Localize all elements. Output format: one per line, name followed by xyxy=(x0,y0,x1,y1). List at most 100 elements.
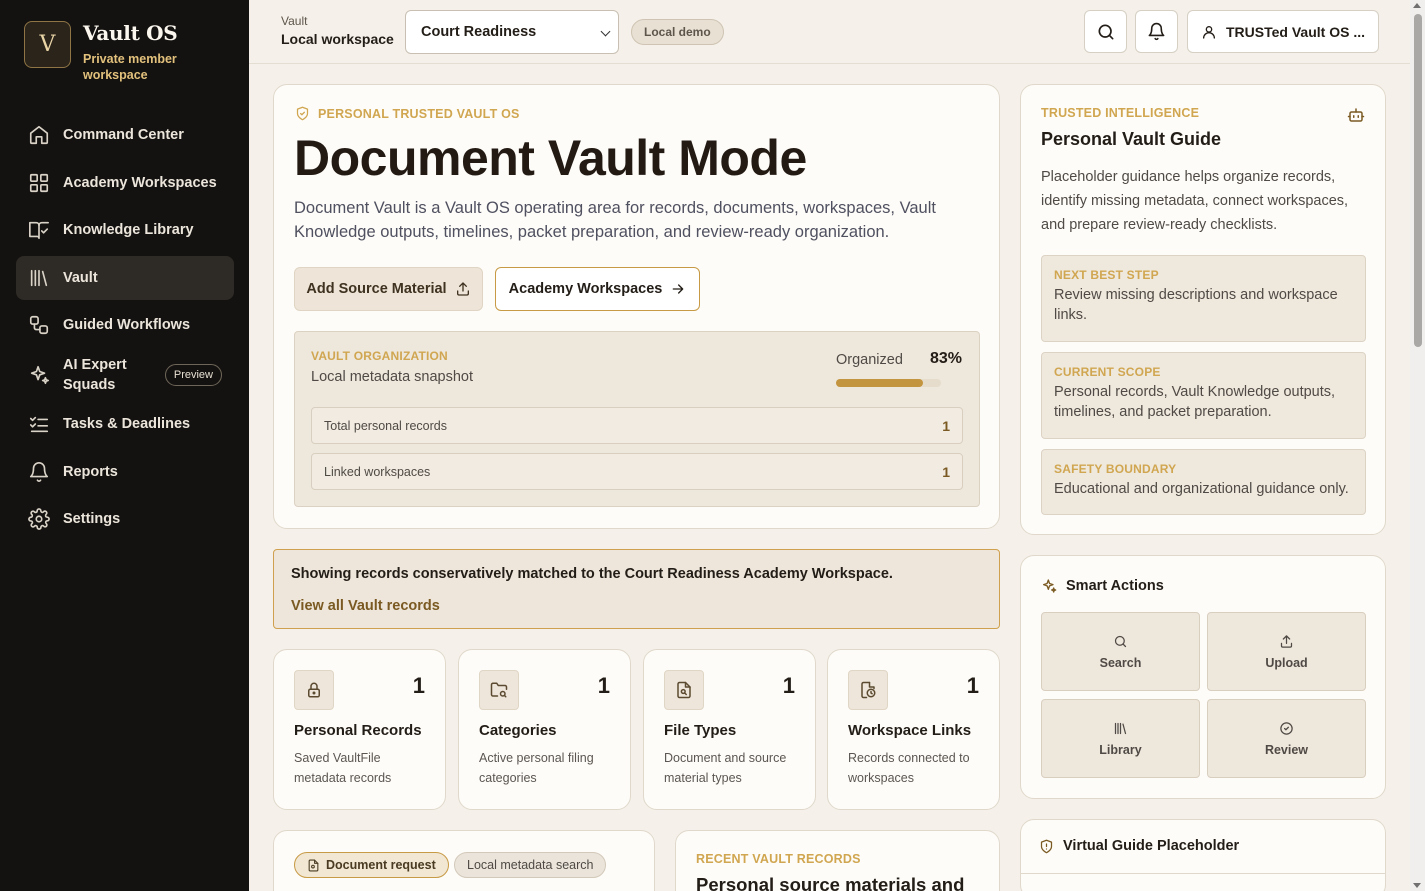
top-bar: Vault Local workspace Court Readiness Lo… xyxy=(249,0,1410,64)
view-all-records-link[interactable]: View all Vault records xyxy=(291,598,440,614)
guide-box-text: Review missing descriptions and workspac… xyxy=(1054,287,1338,323)
guide-box-text: Personal records, Vault Knowledge output… xyxy=(1054,384,1336,420)
sidebar-item-settings[interactable]: Settings xyxy=(16,497,234,541)
recent-records-card: RECENT VAULT RECORDS Personal source mat… xyxy=(675,830,1000,891)
guide-current-scope: CURRENT SCOPE Personal records, Vault Kn… xyxy=(1041,352,1366,439)
hero-eyebrow-text: PERSONAL TRUSTED VAULT OS xyxy=(318,106,520,121)
divider xyxy=(1021,873,1385,874)
add-source-material-button[interactable]: Add Source Material xyxy=(294,267,483,311)
linked-workspaces-row: Linked workspaces 1 xyxy=(311,453,963,490)
notifications-button[interactable] xyxy=(1135,10,1178,53)
organization-eyebrow: VAULT ORGANIZATION xyxy=(311,349,448,363)
file-search-icon xyxy=(664,670,704,710)
file-search-icon xyxy=(308,859,319,871)
user-menu-button[interactable]: TRUSTed Vault OS ... xyxy=(1187,10,1379,53)
bell-icon xyxy=(1148,22,1165,41)
sidebar-item-knowledge-library[interactable]: Knowledge Library xyxy=(16,208,234,252)
smart-action-label: Upload xyxy=(1265,655,1308,670)
upload-icon xyxy=(1280,634,1293,648)
sidebar-item-label: Reports xyxy=(63,463,118,480)
virtual-guide-title: Virtual Guide Placeholder xyxy=(1063,838,1240,854)
notice-text: Showing records conservatively matched t… xyxy=(291,566,893,582)
smart-action-library[interactable]: Library xyxy=(1041,699,1200,778)
brand[interactable]: V Vault OS Private member workspace xyxy=(24,21,193,83)
chip-document-request[interactable]: Document request xyxy=(294,852,449,878)
smart-action-review[interactable]: Review xyxy=(1207,699,1366,778)
smart-actions-header: Smart Actions xyxy=(1041,578,1164,594)
smart-actions-title: Smart Actions xyxy=(1066,578,1164,594)
stat-title: Categories xyxy=(479,722,557,739)
brand-title: Vault OS xyxy=(83,21,178,45)
document-request-card: Document request Local metadata search xyxy=(273,830,655,891)
page-title: Document Vault Mode xyxy=(294,130,807,186)
shield-alert-icon xyxy=(1040,839,1053,853)
library-icon xyxy=(30,269,48,286)
sidebar-item-command-center[interactable]: Command Center xyxy=(16,113,234,157)
library-icon xyxy=(1114,722,1127,734)
smart-action-search[interactable]: Search xyxy=(1041,612,1200,691)
scroll-thumb[interactable] xyxy=(1414,14,1422,347)
hero-eyebrow: PERSONAL TRUSTED VAULT OS xyxy=(295,106,520,121)
sidebar-item-vault[interactable]: Vault xyxy=(16,255,234,300)
scroll-up-arrow-icon[interactable] xyxy=(1413,3,1421,8)
scroll-down-arrow-icon[interactable] xyxy=(1413,883,1421,888)
bot-icon xyxy=(1347,108,1365,122)
smart-action-upload[interactable]: Upload xyxy=(1207,612,1366,691)
hero-description: Document Vault is a Vault OS operating a… xyxy=(294,199,936,241)
recent-records-title: Personal source materials and xyxy=(696,874,965,891)
sidebar-item-tasks-deadlines[interactable]: Tasks & Deadlines xyxy=(16,402,234,446)
preview-badge: Preview xyxy=(164,363,222,386)
lock-icon xyxy=(294,670,334,710)
sidebar-item-academy-workspaces[interactable]: Academy Workspaces xyxy=(16,161,234,205)
row-label: Total personal records xyxy=(324,418,447,433)
workspace-name: Local workspace xyxy=(281,31,394,47)
workspace-select[interactable]: Court Readiness xyxy=(405,10,619,54)
sidebar-item-guided-workflows[interactable]: Guided Workflows xyxy=(16,303,234,347)
filter-notice: Showing records conservatively matched t… xyxy=(273,549,1000,629)
stat-card-personal-records: 1 Personal Records Saved VaultFile metad… xyxy=(273,649,446,810)
sidebar-item-reports[interactable]: Reports xyxy=(16,450,234,494)
check-circle-icon xyxy=(1280,721,1293,735)
personal-vault-guide-card: TRUSTED INTELLIGENCE Personal Vault Guid… xyxy=(1020,84,1386,535)
guide-title: Personal Vault Guide xyxy=(1041,129,1222,149)
home-icon xyxy=(29,125,49,145)
search-button[interactable] xyxy=(1084,10,1127,53)
sidebar-item-label: Guided Workflows xyxy=(63,317,191,333)
stat-value: 1 xyxy=(966,673,979,698)
stat-title: Personal Records xyxy=(294,722,422,739)
chip-local-metadata-search[interactable]: Local metadata search xyxy=(454,852,607,878)
page-scrollbar[interactable] xyxy=(1410,0,1425,891)
sidebar-item-label: Vault xyxy=(63,269,98,286)
workspace-select-value: Court Readiness xyxy=(421,24,537,40)
user-icon xyxy=(1203,25,1215,39)
local-demo-badge: Local demo xyxy=(631,19,724,45)
hero-card: PERSONAL TRUSTED VAULT OS Document Vault… xyxy=(273,84,1000,529)
smart-action-label: Review xyxy=(1264,742,1309,757)
stat-title: Workspace Links xyxy=(848,722,972,739)
guide-box-title: NEXT BEST STEP xyxy=(1054,268,1159,282)
sidebar-nav: Command Center Academy Workspaces Knowle… xyxy=(16,113,234,545)
smart-actions-card: Smart Actions Search Upload Library Revi… xyxy=(1020,555,1386,799)
academy-workspaces-button[interactable]: Academy Workspaces xyxy=(495,267,700,311)
stat-card-workspace-links: 1 Workspace Links Records connected to w… xyxy=(827,649,1000,810)
file-clock-icon xyxy=(848,670,888,710)
guide-eyebrow: TRUSTED INTELLIGENCE xyxy=(1041,106,1200,120)
virtual-guide-header: Virtual Guide Placeholder xyxy=(1039,838,1239,854)
workspace-context: Vault Local workspace xyxy=(281,14,394,49)
chevron-down-icon xyxy=(600,26,611,37)
gear-icon xyxy=(28,508,50,530)
sidebar-item-label: Academy Workspaces xyxy=(63,174,217,191)
academy-workspaces-label: Academy Workspaces xyxy=(508,281,663,297)
arrow-right-icon xyxy=(673,284,684,294)
organized-progress-bar xyxy=(836,379,941,387)
smart-action-label: Library xyxy=(1099,742,1142,757)
chip-label: Document request xyxy=(326,858,436,872)
guide-box-title: CURRENT SCOPE xyxy=(1054,365,1161,379)
folder-search-icon xyxy=(479,670,519,710)
guide-next-best-step: NEXT BEST STEP Review missing descriptio… xyxy=(1041,255,1366,342)
shield-check-icon xyxy=(296,106,309,121)
stat-card-categories: 1 Categories Active personal filing cate… xyxy=(458,649,631,810)
sidebar-item-ai-expert-squads[interactable]: AI Expert Squads Preview xyxy=(16,351,234,399)
row-value: 1 xyxy=(942,417,950,434)
search-icon xyxy=(1114,635,1127,647)
